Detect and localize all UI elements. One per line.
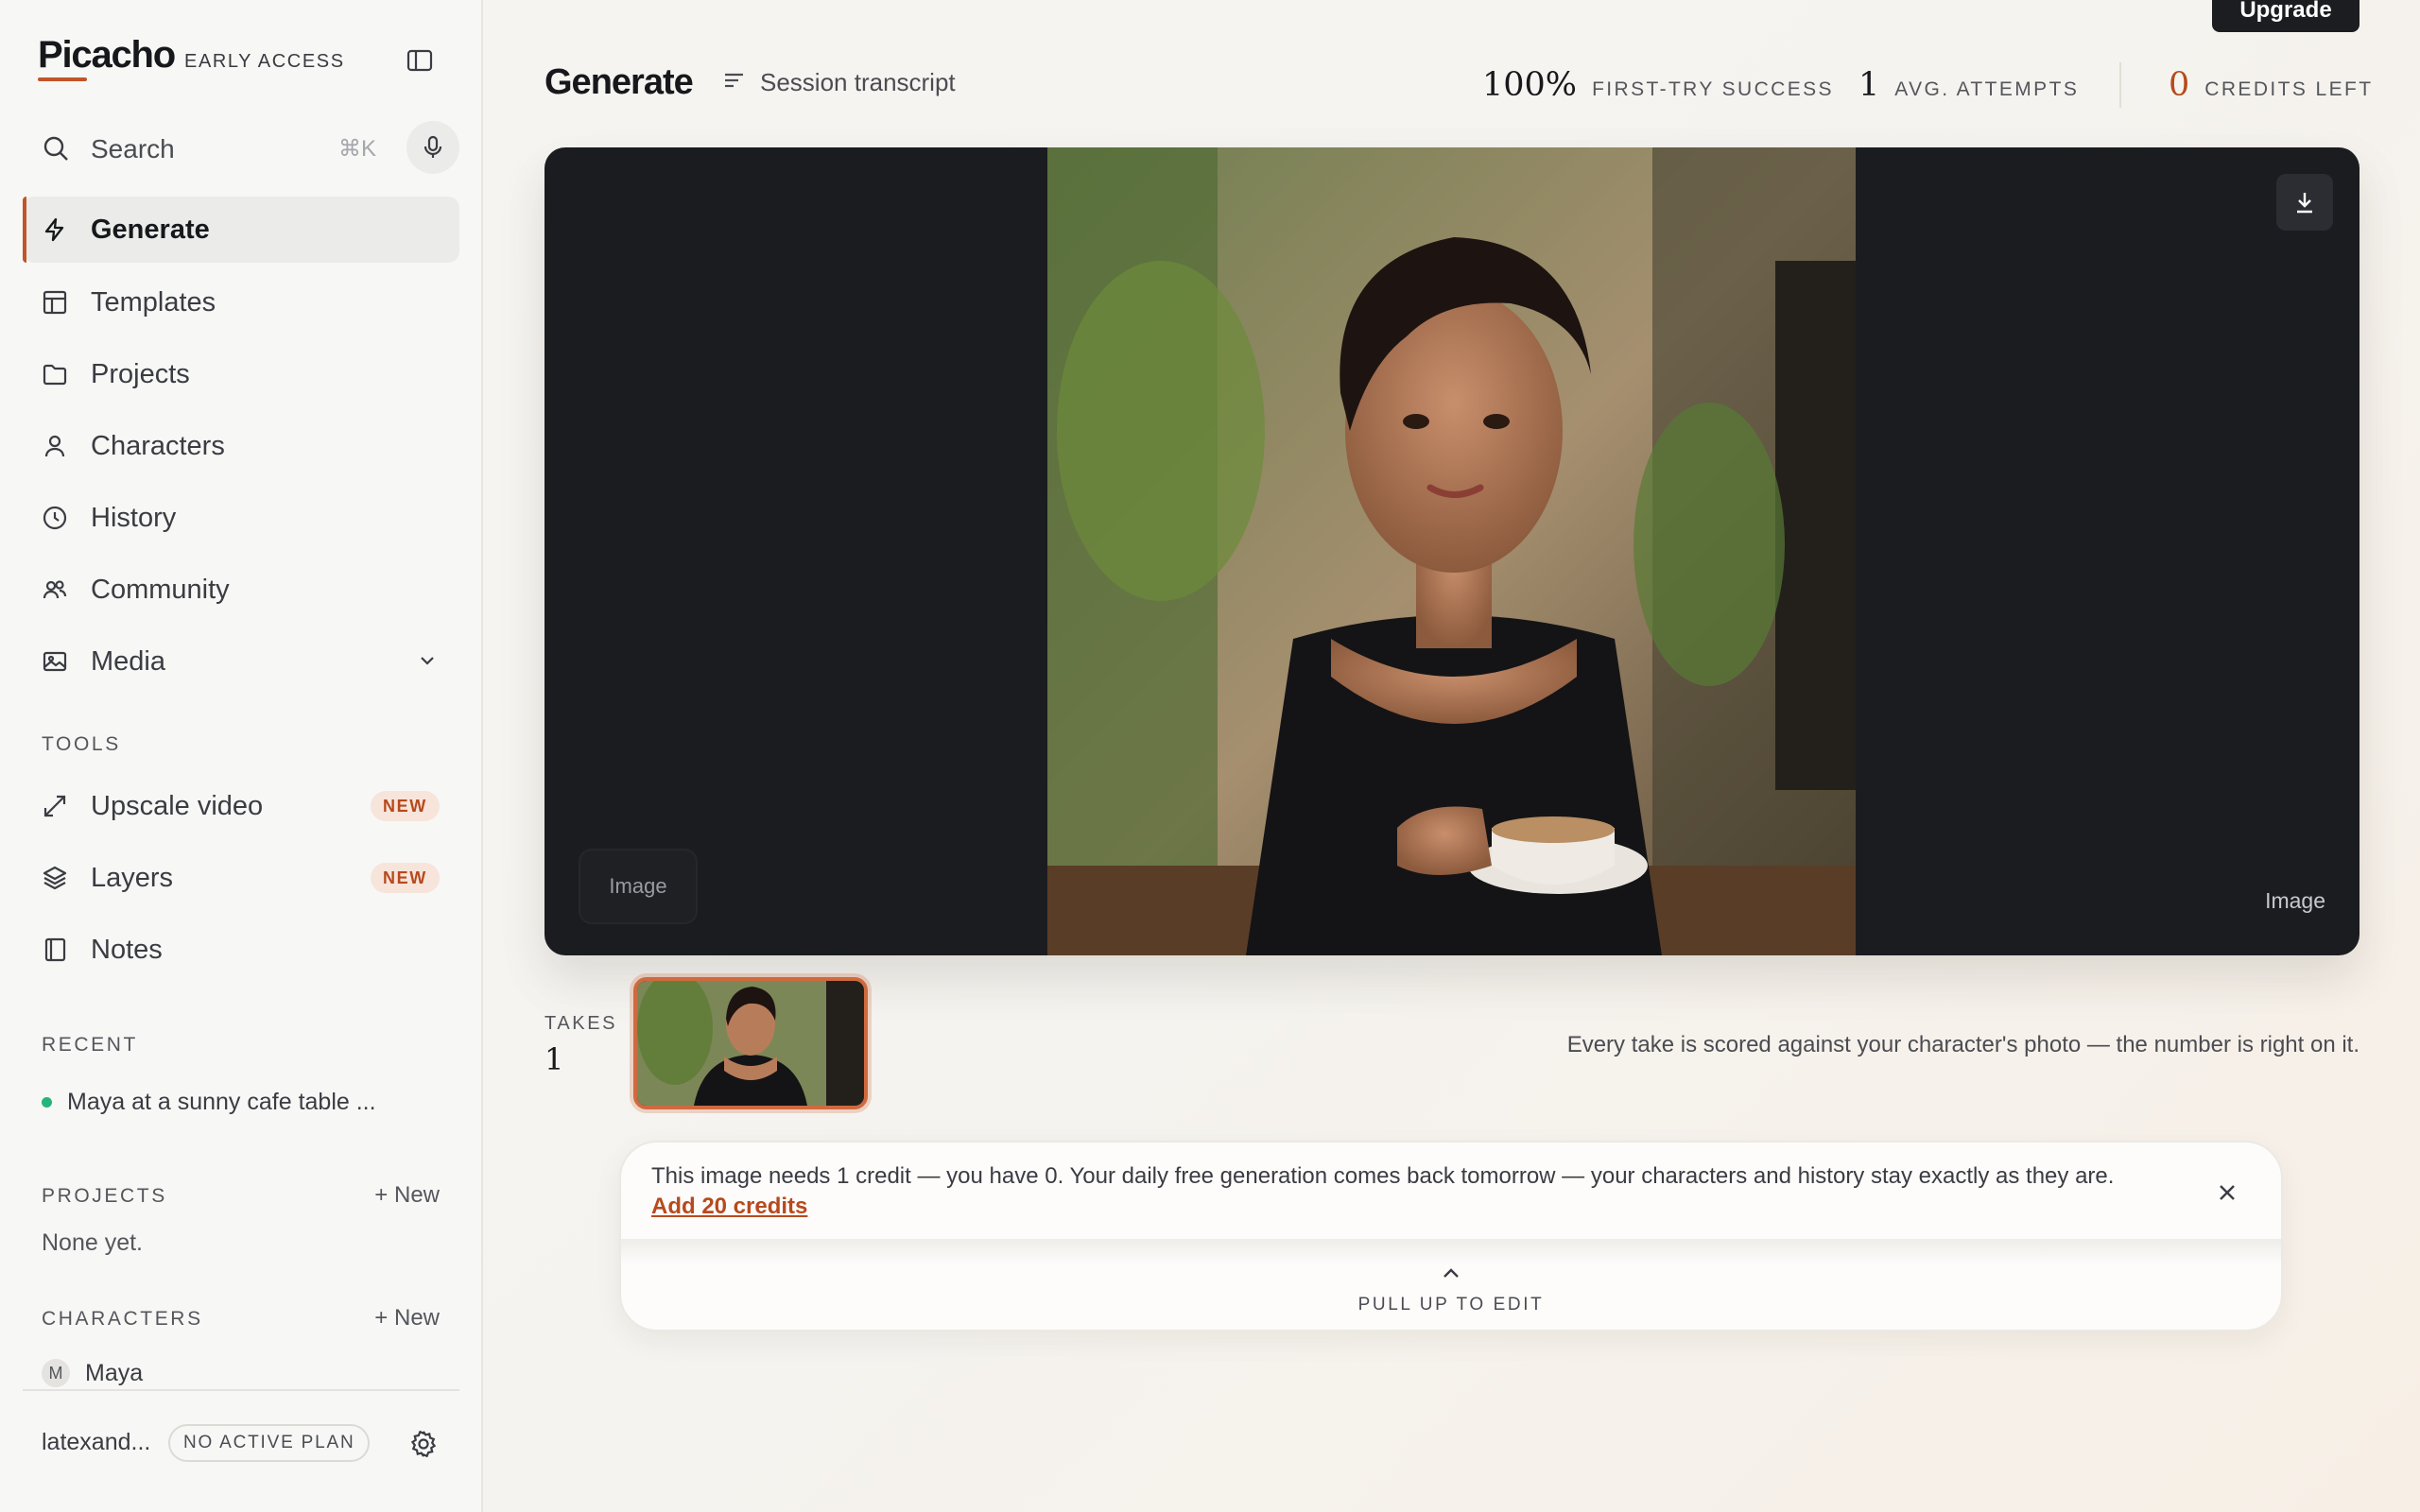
- tool-item-upscale-video[interactable]: Upscale video NEW: [23, 773, 459, 839]
- pull-up-label: PULL UP TO EDIT: [1357, 1295, 1545, 1314]
- take-thumbnail[interactable]: [633, 977, 868, 1109]
- stat-value: 0: [2169, 66, 2190, 104]
- add-credits-link[interactable]: Add 20 credits: [651, 1194, 807, 1220]
- divider: [621, 1239, 2281, 1265]
- bolt-icon: [42, 216, 68, 248]
- layers-icon: [42, 865, 68, 896]
- tool-item-layers[interactable]: Layers NEW: [23, 845, 459, 911]
- recent-heading: RECENT: [42, 1034, 138, 1056]
- characters-heading: CHARACTERS: [42, 1308, 203, 1330]
- brand-name: Picacho: [38, 34, 176, 76]
- notebook-icon: [42, 936, 68, 968]
- chevron-down-icon[interactable]: [416, 649, 439, 677]
- sidebar-toggle-icon[interactable]: [405, 45, 435, 76]
- image-chip[interactable]: Image: [579, 849, 698, 924]
- credit-message: This image needs 1 credit — you have 0. …: [651, 1163, 2115, 1189]
- recent-item[interactable]: Maya at a sunny cafe table ...: [42, 1089, 376, 1116]
- pull-up-handle[interactable]: PULL UP TO EDIT: [621, 1265, 2281, 1315]
- download-button[interactable]: [2276, 174, 2333, 231]
- character-name: Maya: [85, 1359, 144, 1386]
- stat-label: FIRST-TRY SUCCESS: [1592, 78, 1834, 100]
- layout-icon: [42, 289, 68, 320]
- avatar: M: [42, 1359, 70, 1387]
- search-label: Search: [91, 134, 175, 163]
- takes-heading: TAKES: [544, 1013, 618, 1034]
- image-label: Image: [2265, 888, 2325, 913]
- close-icon[interactable]: [2217, 1182, 2238, 1208]
- takes-note: Every take is scored against your charac…: [1566, 1032, 2360, 1057]
- person-icon: [42, 433, 68, 464]
- nav-item-history[interactable]: History: [23, 485, 459, 551]
- upgrade-button[interactable]: Upgrade: [2212, 0, 2360, 32]
- nav-item-media[interactable]: Media: [23, 628, 459, 695]
- transcript-label: Session transcript: [760, 68, 956, 96]
- clock-icon: [42, 505, 68, 536]
- new-project-button[interactable]: + New: [374, 1182, 440, 1209]
- image-stage[interactable]: Image Image: [544, 147, 2360, 955]
- stat-label: CREDITS LEFT: [2204, 78, 2374, 100]
- stat-value: 100%: [1482, 66, 1578, 104]
- nav-item-templates[interactable]: Templates: [23, 269, 459, 335]
- takes-count: 1: [544, 1041, 564, 1077]
- nav-label: History: [91, 503, 177, 533]
- tool-label: Layers: [91, 863, 174, 893]
- page-title: Generate: [544, 62, 694, 102]
- mic-button[interactable]: [406, 121, 459, 174]
- session-transcript-button[interactable]: Session transcript: [722, 68, 956, 97]
- nav-label: Characters: [91, 431, 225, 461]
- new-badge: NEW: [371, 863, 440, 893]
- brand[interactable]: Picacho EARLY ACCESS: [38, 34, 345, 77]
- tools-heading: TOOLS: [42, 733, 121, 755]
- nav-label: Templates: [91, 287, 216, 318]
- new-badge: NEW: [371, 791, 440, 821]
- recent-item-label: Maya at a sunny cafe table ...: [67, 1089, 376, 1115]
- users-icon: [42, 576, 68, 608]
- nav-label: Generate: [91, 215, 210, 245]
- plan-badge: NO ACTIVE PLAN: [168, 1424, 371, 1462]
- search-icon: [42, 134, 70, 167]
- tool-label: Notes: [91, 935, 163, 965]
- nav-item-projects[interactable]: Projects: [23, 341, 459, 407]
- credit-notice: This image needs 1 credit — you have 0. …: [619, 1141, 2283, 1332]
- sidebar: Picacho EARLY ACCESS Search ⌘K Generate …: [0, 0, 483, 1512]
- list-icon: [722, 68, 747, 97]
- character-item[interactable]: M Maya: [42, 1359, 143, 1387]
- nav-label: Media: [91, 646, 165, 677]
- status-dot: [42, 1097, 52, 1108]
- stat-value: 1: [1858, 66, 1880, 104]
- projects-empty: None yet.: [42, 1229, 144, 1256]
- stat-first-try-success: 100% FIRST-TRY SUCCESS: [1482, 66, 1834, 104]
- projects-heading: PROJECTS: [42, 1185, 167, 1207]
- account-name[interactable]: latexand...: [42, 1429, 150, 1456]
- nav-label: Projects: [91, 359, 190, 389]
- divider: [2119, 62, 2121, 108]
- tool-label: Upscale video: [91, 791, 264, 821]
- folder-icon: [42, 361, 68, 392]
- chevron-up-icon: [1443, 1268, 1459, 1278]
- new-character-button[interactable]: + New: [374, 1305, 440, 1332]
- brand-subtitle: EARLY ACCESS: [184, 51, 345, 72]
- nav-item-characters[interactable]: Characters: [23, 413, 459, 479]
- search-shortcut: ⌘K: [338, 136, 377, 162]
- stat-credits-left: 0 CREDITS LEFT: [2169, 66, 2373, 104]
- nav-label: Community: [91, 575, 230, 605]
- download-icon: [2297, 193, 2312, 214]
- divider: [23, 1389, 459, 1391]
- nav-item-generate[interactable]: Generate: [23, 197, 459, 263]
- gear-icon[interactable]: [408, 1429, 439, 1464]
- stat-label: AVG. ATTEMPTS: [1894, 78, 2080, 100]
- stat-avg-attempts: 1 AVG. ATTEMPTS: [1858, 66, 2079, 104]
- generated-image[interactable]: [1047, 147, 1856, 955]
- search-bar[interactable]: Search ⌘K: [23, 121, 459, 176]
- tool-item-notes[interactable]: Notes: [23, 917, 459, 983]
- nav-item-community[interactable]: Community: [23, 557, 459, 623]
- image-icon: [42, 648, 68, 679]
- expand-icon: [42, 793, 68, 824]
- brand-underline: [38, 77, 87, 81]
- microphone-icon: [424, 135, 442, 158]
